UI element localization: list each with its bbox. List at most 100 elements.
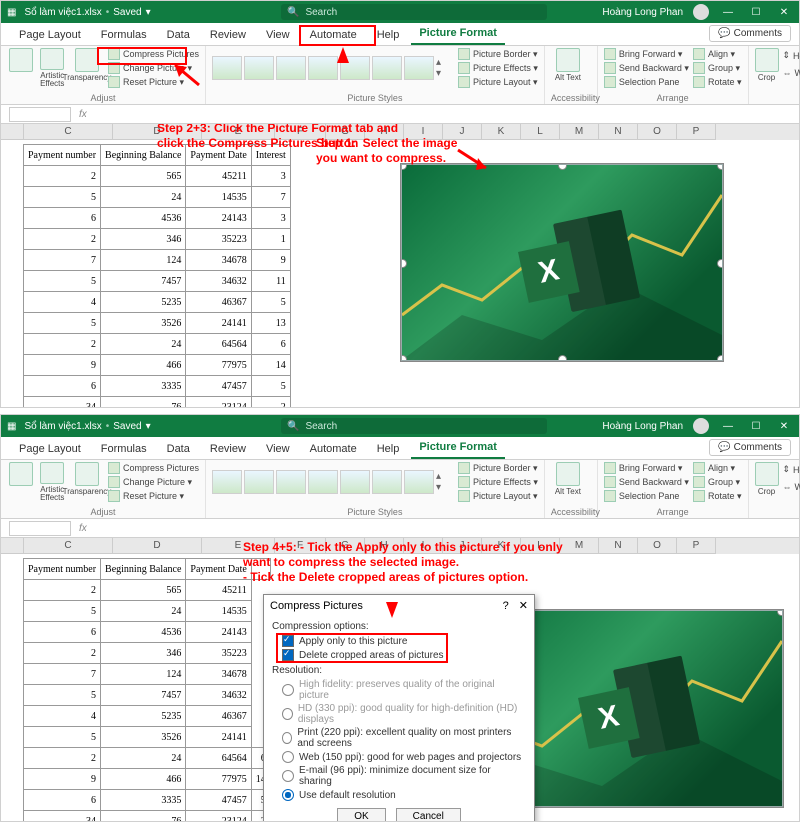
tab-review[interactable]: Review <box>202 439 254 459</box>
col-header[interactable]: M <box>560 538 599 554</box>
dialog-close-button[interactable]: ✕ <box>519 600 528 612</box>
style-thumb[interactable] <box>212 56 242 80</box>
user-name[interactable]: Hoàng Long Phan <box>602 7 683 18</box>
tab-automate[interactable]: Automate <box>302 439 365 459</box>
tab-formulas[interactable]: Formulas <box>93 439 155 459</box>
style-thumb[interactable] <box>276 470 306 494</box>
resize-handle[interactable] <box>777 610 783 616</box>
crop-button[interactable]: Crop <box>755 48 779 88</box>
name-box[interactable] <box>9 521 71 536</box>
col-header[interactable]: P <box>677 538 716 554</box>
group-button[interactable]: Group ▾ <box>693 476 742 488</box>
col-header[interactable]: L <box>521 124 560 140</box>
comments-button[interactable]: 💬 Comments <box>709 439 791 456</box>
close-button[interactable]: ✕ <box>775 419 793 433</box>
checkbox-apply-only[interactable] <box>282 635 294 647</box>
dialog-help-button[interactable]: ? <box>503 600 509 612</box>
col-header[interactable]: N <box>599 538 638 554</box>
tab-page-layout[interactable]: Page Layout <box>11 25 89 45</box>
send-backward-button[interactable]: Send Backward ▾ <box>604 476 689 488</box>
search-box[interactable]: 🔍 Search <box>281 4 547 20</box>
style-thumb[interactable] <box>244 56 274 80</box>
style-thumb[interactable] <box>244 470 274 494</box>
resize-handle[interactable] <box>401 259 407 268</box>
radio-hd[interactable] <box>282 708 293 720</box>
ok-button[interactable]: OK <box>337 808 385 821</box>
remove-bg-button[interactable] <box>7 462 34 502</box>
resize-handle[interactable] <box>717 164 723 170</box>
radio-high-fidelity[interactable] <box>282 684 294 696</box>
tab-page-layout[interactable]: Page Layout <box>11 439 89 459</box>
col-header[interactable]: N <box>599 124 638 140</box>
bring-forward-button[interactable]: Bring Forward ▾ <box>604 462 689 474</box>
selection-pane-button[interactable]: Selection Pane <box>604 490 689 502</box>
tab-picture-format[interactable]: Picture Format <box>411 437 505 459</box>
saved-chevron-icon[interactable]: ▾ <box>146 7 151 18</box>
col-header[interactable]: P <box>677 124 716 140</box>
col-header[interactable]: K <box>482 124 521 140</box>
minimize-button[interactable]: — <box>719 5 737 19</box>
send-backward-button[interactable]: Send Backward ▾ <box>604 62 689 74</box>
radio-print[interactable] <box>282 732 292 744</box>
style-thumb[interactable] <box>308 56 338 80</box>
style-thumb[interactable] <box>372 56 402 80</box>
resize-handle[interactable] <box>717 355 723 361</box>
col-header[interactable]: M <box>560 124 599 140</box>
col-header[interactable]: D <box>113 538 202 554</box>
col-header[interactable]: C <box>24 124 113 140</box>
rotate-button[interactable]: Rotate ▾ <box>693 490 742 502</box>
avatar[interactable] <box>693 418 709 434</box>
picture-effects-button[interactable]: Picture Effects ▾ <box>458 62 538 74</box>
style-thumb[interactable] <box>308 470 338 494</box>
col-header[interactable]: O <box>638 124 677 140</box>
change-picture-button[interactable]: Change Picture ▾ <box>108 476 199 488</box>
bring-forward-button[interactable]: Bring Forward ▾ <box>604 48 689 60</box>
picture-border-button[interactable]: Picture Border ▾ <box>458 462 538 474</box>
worksheet-area[interactable]: CDEFGHIJKLMNOP Payment numberBeginning B… <box>1 124 799 407</box>
doc-name[interactable]: Sổ làm việc1.xlsx <box>24 421 101 432</box>
avatar[interactable] <box>693 4 709 20</box>
col-header[interactable]: O <box>638 538 677 554</box>
picture-border-button[interactable]: Picture Border ▾ <box>458 48 538 60</box>
align-button[interactable]: Align ▾ <box>693 462 742 474</box>
doc-name[interactable]: Sổ làm việc1.xlsx <box>24 7 101 18</box>
style-thumb[interactable] <box>276 56 306 80</box>
tab-view[interactable]: View <box>258 439 298 459</box>
artistic-effects-button[interactable]: Artistic Effects <box>38 462 65 502</box>
radio-default[interactable] <box>282 789 294 801</box>
saved-chevron-icon[interactable]: ▾ <box>146 421 151 432</box>
artistic-effects-button[interactable]: Artistic Effects <box>38 48 65 88</box>
rotate-button[interactable]: Rotate ▾ <box>693 76 742 88</box>
radio-web[interactable] <box>282 751 294 763</box>
tab-data[interactable]: Data <box>159 439 198 459</box>
picture-styles-gallery[interactable]: ▴▾ <box>212 470 448 494</box>
resize-handle[interactable] <box>717 259 723 268</box>
picture-layout-button[interactable]: Picture Layout ▾ <box>458 490 538 502</box>
tab-data[interactable]: Data <box>159 25 198 45</box>
minimize-button[interactable]: — <box>719 419 737 433</box>
picture-layout-button[interactable]: Picture Layout ▾ <box>458 76 538 88</box>
comments-button[interactable]: 💬 Comments <box>709 25 791 42</box>
search-box[interactable]: 🔍 Search <box>281 418 547 434</box>
checkbox-delete-cropped[interactable] <box>282 649 294 661</box>
tab-view[interactable]: View <box>258 25 298 45</box>
selection-pane-button[interactable]: Selection Pane <box>604 76 689 88</box>
group-button[interactable]: Group ▾ <box>693 62 742 74</box>
fx-icon[interactable]: fx <box>79 109 87 120</box>
maximize-button[interactable]: ☐ <box>747 419 765 433</box>
alt-text-button[interactable]: Alt Text <box>551 462 585 502</box>
radio-email[interactable] <box>282 770 294 782</box>
reset-picture-button[interactable]: Reset Picture ▾ <box>108 490 199 502</box>
tab-review[interactable]: Review <box>202 25 254 45</box>
alt-text-button[interactable]: Alt Text <box>551 48 585 88</box>
name-box[interactable] <box>9 107 71 122</box>
style-thumb[interactable] <box>404 470 434 494</box>
col-header[interactable]: C <box>24 538 113 554</box>
crop-button[interactable]: Crop <box>755 462 779 502</box>
transparency-button[interactable]: Transparency <box>70 462 104 502</box>
worksheet-area[interactable]: CDEFGHIJKLMNOP Payment numberBeginning B… <box>1 538 799 821</box>
tab-help[interactable]: Help <box>369 439 408 459</box>
embedded-picture[interactable]: X <box>401 164 723 361</box>
cancel-button[interactable]: Cancel <box>396 808 461 821</box>
align-button[interactable]: Align ▾ <box>693 48 742 60</box>
